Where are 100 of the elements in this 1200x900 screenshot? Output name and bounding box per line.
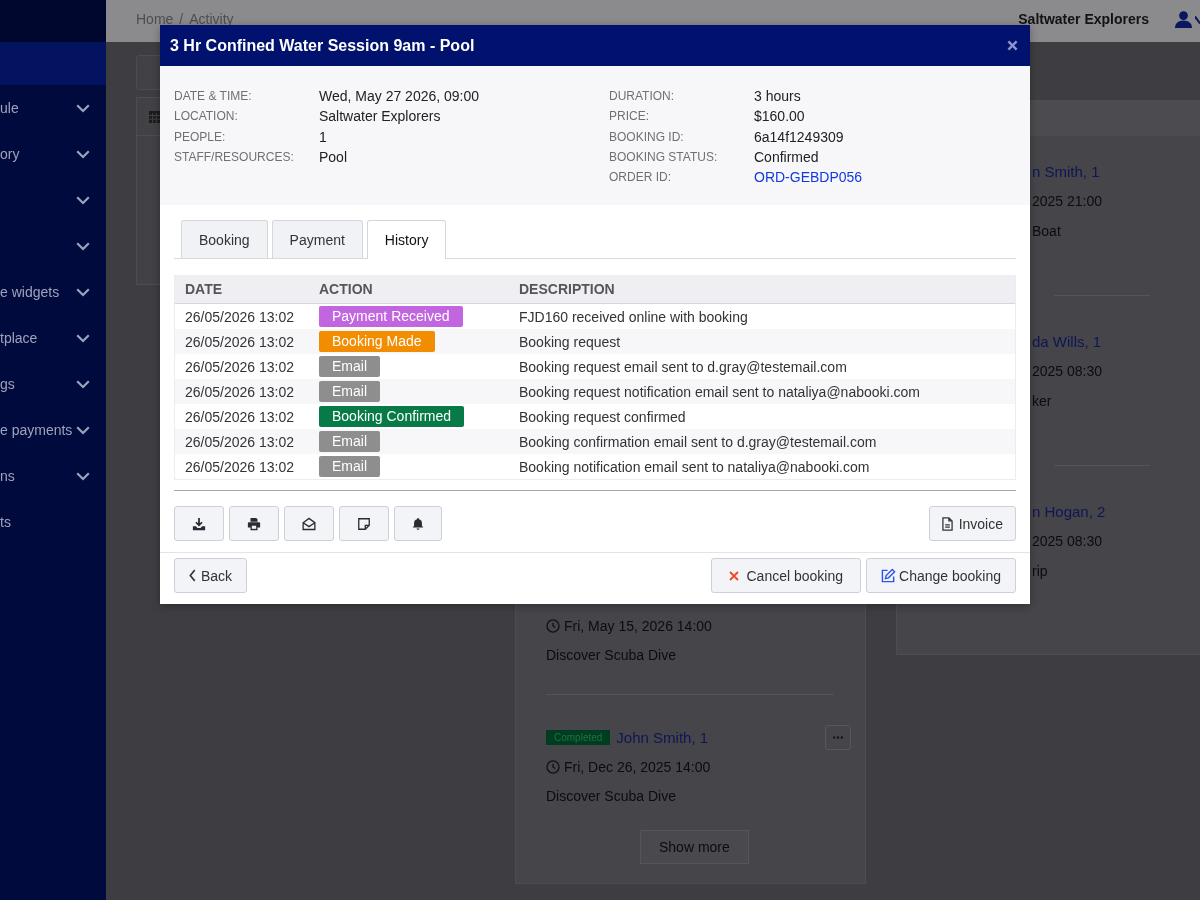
invoice-button[interactable]: Invoice (928, 506, 1016, 542)
detail-value: 1 (319, 128, 327, 145)
action-badge: Payment Received (319, 306, 463, 328)
sidebar-item[interactable]: e widgets (0, 269, 106, 315)
sidebar-item[interactable]: ory (0, 131, 106, 177)
download-icon (192, 517, 206, 531)
clock-icon (546, 760, 560, 774)
chevron-down-icon (76, 241, 90, 251)
detail-value: 3 hours (754, 88, 801, 105)
account-name[interactable]: Saltwater Explorers (1018, 11, 1149, 27)
detail-label: STAFF/RESOURCES: (174, 150, 294, 165)
booking-time: Fri, Dec 26, 2025 14:00 (564, 759, 711, 775)
user-icon[interactable] (1175, 11, 1192, 28)
edit-icon (881, 568, 896, 584)
table-cell: FJD160 received online with booking (519, 309, 748, 325)
sidebar-item[interactable]: ule (0, 85, 106, 131)
notification-button[interactable] (394, 506, 442, 542)
sticky-note-icon (357, 517, 371, 531)
tab[interactable]: Payment (271, 220, 363, 259)
sidebar-item[interactable]: ns (0, 453, 106, 499)
activity-name: Discover Scuba Dive (546, 646, 676, 665)
detail-label: BOOKING STATUS: (609, 150, 718, 165)
action-badge: Email (319, 381, 380, 403)
cancel-booking-button[interactable]: Cancel booking (710, 558, 861, 594)
table-cell: Booking notification email sent to nataliya@nabooki.com (519, 459, 870, 475)
column-header: DATE (184, 281, 223, 298)
cross-icon (728, 571, 739, 581)
detail-value: Wed, May 27 2026, 09:00 (319, 88, 480, 105)
print-button[interactable] (229, 506, 279, 542)
chevron-down-icon (76, 379, 90, 389)
change-booking-button[interactable]: Change booking (866, 558, 1016, 594)
table-cell: Booking request confirmed (519, 409, 686, 425)
chevron-down-icon (76, 149, 90, 159)
action-badge: Email (319, 456, 380, 478)
more-icon (833, 735, 843, 739)
chevron-down-icon (76, 103, 90, 113)
table-cell: 26/05/2026 13:02 (185, 409, 294, 425)
detail-label: PRICE: (609, 109, 649, 124)
sidebar-item[interactable]: e payments (0, 407, 106, 453)
caret-icon (1195, 16, 1200, 24)
printer-icon (247, 517, 261, 531)
table-cell: Booking request email sent to d.gray@testemail.com (519, 359, 847, 375)
detail-label: DATE & TIME: (174, 89, 252, 104)
tab[interactable]: History (366, 220, 447, 260)
column-header: ACTION (318, 281, 373, 298)
action-badge: Booking Confirmed (319, 406, 465, 428)
action-badge: Email (319, 431, 380, 453)
table-cell: 26/05/2026 13:02 (185, 334, 294, 350)
sidebar-item[interactable]: gs (0, 361, 106, 407)
table-cell: Booking request (519, 334, 621, 350)
close-icon[interactable] (1007, 40, 1018, 51)
chevron-left-icon (189, 569, 196, 583)
table-cell: Booking request notification email sent to nataliya@nabooki.com (519, 384, 920, 400)
clock-icon (546, 619, 560, 633)
chevron-down-icon (76, 195, 90, 205)
chevron-down-icon (76, 425, 90, 435)
table-cell: Booking confirmation email sent to d.gray@testemail.com (519, 434, 877, 450)
tab[interactable]: Booking (181, 220, 268, 259)
email-button[interactable] (284, 506, 334, 542)
detail-value: 6a14f1249309 (754, 128, 844, 145)
activity-name: Boat (1032, 222, 1061, 241)
detail-value: $160.00 (754, 108, 805, 125)
detail-label: BOOKING ID: (609, 129, 684, 144)
column-header: DESCRIPTION (518, 281, 615, 298)
note-button[interactable] (339, 506, 389, 542)
sidebar-item[interactable]: tplace (0, 315, 106, 361)
booking-time: 2025 21:00 (1032, 192, 1103, 211)
action-badge: Booking Made (319, 331, 435, 353)
download-button[interactable] (174, 506, 224, 542)
detail-label: DURATION: (609, 89, 675, 104)
activity-name: rip (1032, 562, 1048, 581)
detail-value: Confirmed (754, 149, 819, 166)
chevron-down-icon (76, 471, 90, 481)
table-cell: 26/05/2026 13:02 (185, 359, 294, 375)
detail-label: LOCATION: (174, 109, 238, 124)
table-cell: 26/05/2026 13:02 (185, 459, 294, 475)
dialog-title: 3 Hr Confined Water Session 9am - Pool (170, 36, 475, 55)
table-cell: 26/05/2026 13:02 (185, 309, 294, 325)
detail-label: ORDER ID: (609, 170, 671, 185)
detail-label: PEOPLE: (174, 129, 226, 144)
calendar-icon (149, 110, 160, 123)
booking-time: Fri, May 15, 2026 14:00 (564, 618, 712, 634)
action-badge: Email (319, 356, 380, 378)
envelope-icon (302, 517, 316, 531)
document-icon (941, 517, 953, 531)
bell-icon (411, 517, 425, 531)
back-button[interactable]: Back (174, 558, 248, 594)
chevron-down-icon (76, 333, 90, 343)
sidebar-item[interactable]: ts (0, 499, 106, 545)
detail-value: Saltwater Explorers (319, 108, 441, 125)
detail-link[interactable]: ORD-GEBDP056 (754, 169, 863, 186)
breadcrumb-separator: / (179, 11, 184, 27)
chevron-down-icon (76, 287, 90, 297)
activity-name: Discover Scuba Dive (546, 787, 676, 806)
detail-value: Pool (319, 149, 348, 166)
table-cell: 26/05/2026 13:02 (185, 384, 294, 400)
activity-name: ker (1032, 392, 1052, 411)
table-cell: 26/05/2026 13:02 (185, 434, 294, 450)
booking-time: 2025 08:30 (1032, 532, 1103, 551)
booking-time: 2025 08:30 (1032, 362, 1103, 381)
